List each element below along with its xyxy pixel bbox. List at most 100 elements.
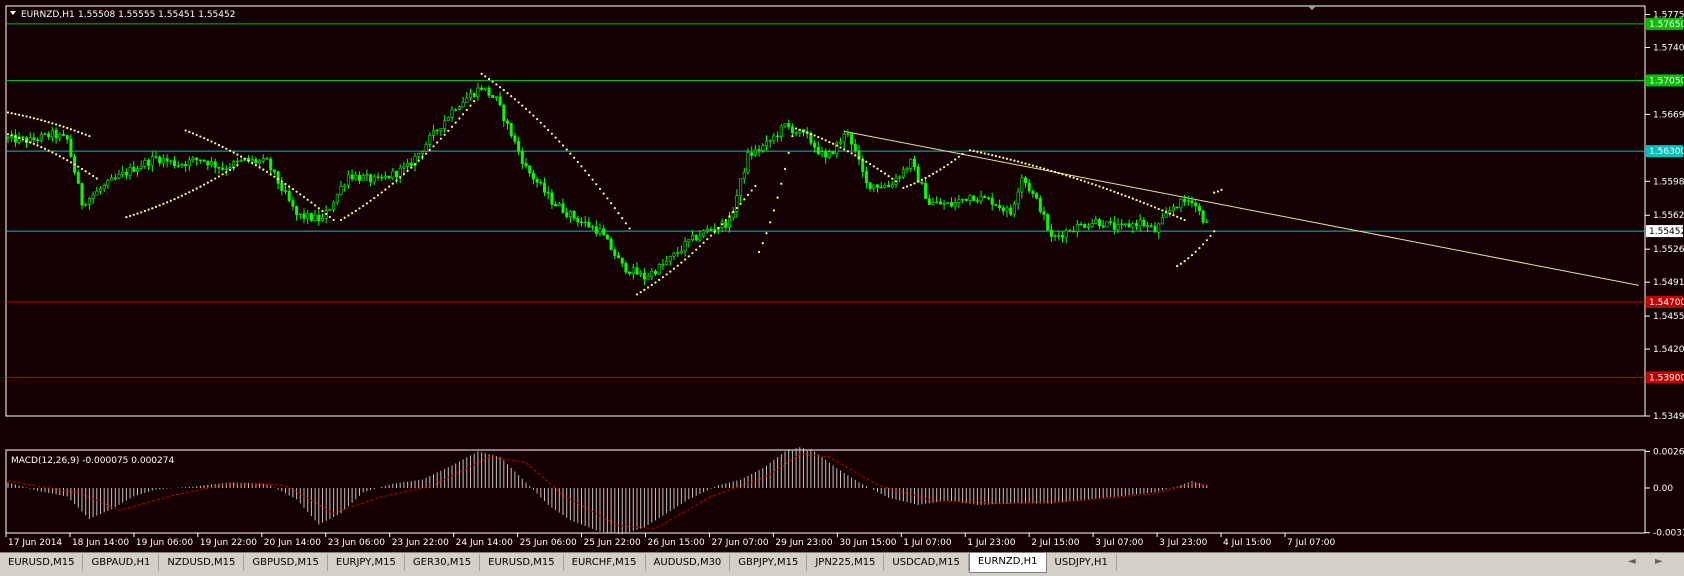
candle-body [36, 139, 40, 142]
sar-dot [569, 152, 572, 155]
candle-body [110, 177, 114, 181]
sar-dot [798, 128, 801, 131]
sar-dot [473, 100, 476, 103]
sar-dot [521, 104, 524, 107]
sar-dot [80, 167, 84, 171]
candle-body [683, 241, 687, 252]
chart-tab-gbpusd-m15[interactable]: GBPUSD,M15 [244, 554, 328, 571]
candle-body [343, 184, 347, 187]
sar-dot [931, 172, 935, 176]
candle-body [546, 191, 550, 194]
chart-tab-audusd-m30[interactable]: AUDUSD,M30 [646, 554, 731, 571]
chart-tab-gbpaud-h1[interactable]: GBPAUD,H1 [83, 554, 160, 571]
sar-dot [854, 154, 857, 157]
sar-dot [228, 149, 232, 152]
sar-dot [1083, 180, 1086, 183]
sar-dot [1190, 254, 1194, 257]
time-tick-label: 25 Jun 22:00 [584, 538, 641, 548]
candle-body [391, 170, 395, 179]
candle-body [283, 190, 287, 192]
candle-body [361, 175, 365, 181]
tab-scroll-left-icon[interactable]: ◄ [1628, 556, 1636, 567]
candle-body [639, 272, 643, 275]
ohlc-values: 1.55508 1.55555 1.55451 1.55452 [78, 10, 235, 20]
sar-dot [1061, 173, 1064, 176]
candle-body [276, 171, 280, 184]
candle-body [21, 136, 25, 139]
candle-body [779, 125, 783, 137]
sar-dot [84, 170, 87, 173]
sar-dot [913, 182, 916, 185]
candle-body [983, 195, 987, 198]
sar-dot [1065, 174, 1068, 177]
candle-body [761, 145, 765, 151]
candle-body [990, 197, 994, 205]
sar-dot [1076, 177, 1079, 181]
sar-dot [1131, 197, 1134, 200]
candle-body [1020, 177, 1024, 193]
sar-dot [66, 159, 69, 162]
candle-body [509, 123, 513, 137]
candle-body [235, 160, 239, 163]
candle-body [517, 141, 521, 152]
candle-body [446, 117, 450, 122]
sar-dot [606, 197, 609, 200]
sar-dot [369, 199, 372, 202]
sar-dot [1198, 247, 1201, 250]
sar-dot [909, 183, 912, 187]
sar-dot [872, 165, 875, 168]
candle-body [838, 141, 842, 144]
sar-dot [62, 125, 65, 128]
sar-dot [543, 125, 546, 128]
chart-tab-nzdusd-m15[interactable]: NZDUSD,M15 [159, 554, 245, 571]
price-tick-label: 1.55980 [1653, 177, 1684, 187]
sar-dot [613, 207, 616, 210]
sar-dot [802, 130, 805, 133]
chart-tab-usdjpy-h1[interactable]: USDJPY,H1 [1047, 554, 1117, 571]
sar-dot [92, 174, 95, 178]
sar-dot [317, 207, 320, 210]
candle-body [117, 174, 121, 179]
sar-dot [214, 177, 217, 180]
price-tick-label: 1.54200 [1653, 345, 1684, 355]
sar-dot [939, 168, 942, 171]
sar-dot [184, 192, 187, 196]
sar-dot [80, 132, 84, 135]
chart-tab-eurchf-m15[interactable]: EURCHF,M15 [564, 554, 646, 571]
chart-tab-gbpjpy-m15[interactable]: GBPJPY,M15 [730, 554, 808, 571]
sar-dot [280, 180, 283, 183]
sar-dot [876, 167, 879, 170]
candle-body [1061, 235, 1065, 238]
candle-body [1153, 226, 1157, 233]
sar-dot [1142, 201, 1145, 205]
candle-body [938, 201, 942, 205]
sar-dot [254, 164, 257, 167]
candle-body [450, 109, 454, 118]
sar-dot [1109, 189, 1112, 192]
chart-tab-usdcad-m15[interactable]: USDCAD,M15 [884, 554, 969, 571]
level-price-label: 1.57650 [1649, 20, 1684, 30]
macd-label: MACD(12,26,9) -0.000075 0.000274 [11, 456, 174, 466]
sar-dot [1183, 260, 1186, 263]
candle-body [975, 200, 979, 202]
sar-dot [732, 211, 735, 214]
candle-body [313, 214, 317, 221]
sar-dot [310, 201, 313, 204]
candle-body [846, 133, 850, 135]
chart-svg[interactable]: 1.577501.574001.566901.559801.556201.552… [0, 0, 1684, 552]
candle-body [461, 102, 465, 107]
chart-tab-ger30-m15[interactable]: GER30,M15 [405, 554, 481, 571]
sar-dot [624, 222, 628, 225]
sar-dot [828, 140, 831, 144]
chart-tab-eurusd-m15[interactable]: EURUSD,M15 [480, 554, 564, 571]
chart-tab-eurjpy-m15[interactable]: EURJPY,M15 [328, 554, 405, 571]
symbol-label: EURNZD,H1 [21, 10, 75, 20]
candle-body [1205, 221, 1209, 224]
chart-tab-jpn225-m15[interactable]: JPN225,M15 [807, 554, 885, 571]
sar-dot [506, 92, 509, 95]
chart-tab-eurusd-m15[interactable]: EURUSD,M15 [0, 554, 84, 571]
candle-body [176, 165, 180, 167]
chart-tab-eurnzd-h1[interactable]: EURNZD,H1 [968, 553, 1047, 573]
candle-body [746, 152, 750, 173]
tab-scroll-right-icon[interactable]: ► [1655, 556, 1663, 567]
